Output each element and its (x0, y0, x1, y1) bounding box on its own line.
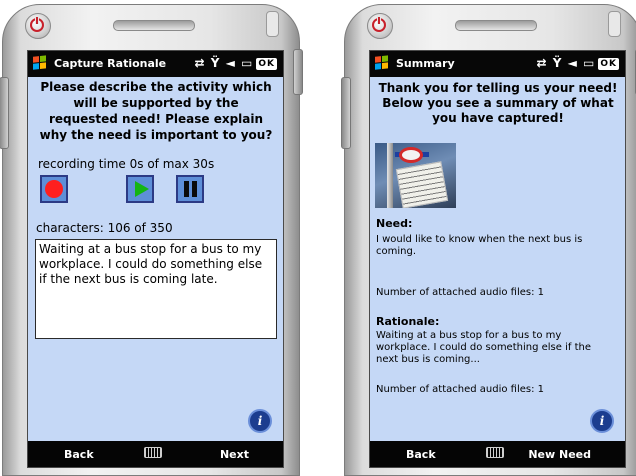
summary-heading: Thank you for telling us your need! Belo… (378, 81, 618, 125)
speaker-grille (113, 20, 195, 31)
power-button[interactable] (25, 13, 51, 39)
status-icons: ⇄ Ÿ ◄ ▭ OK (195, 56, 277, 70)
next-softkey[interactable]: Next (220, 448, 249, 461)
ok-button[interactable]: OK (598, 58, 619, 70)
new-need-softkey[interactable]: New Need (528, 448, 591, 461)
back-softkey[interactable]: Back (64, 448, 94, 461)
pause-button[interactable] (176, 175, 204, 203)
phone-device-left: Capture Rationale ⇄ Ÿ ◄ ▭ OK Please descr… (0, 0, 303, 476)
rationale-textarea[interactable]: Waiting at a bus stop for a bus to my wo… (35, 239, 277, 339)
windows-start-icon[interactable] (33, 55, 47, 70)
info-icon[interactable]: i (248, 409, 272, 433)
status-bar: Summary ⇄ Ÿ ◄ ▭ OK (370, 51, 625, 77)
connectivity-signal-volume-battery-icons: ⇄ Ÿ ◄ ▭ (194, 56, 254, 70)
status-bar: Capture Rationale ⇄ Ÿ ◄ ▭ OK (28, 51, 283, 77)
app-title: Capture Rationale (54, 57, 167, 70)
power-icon (372, 16, 386, 32)
record-button[interactable] (40, 175, 68, 203)
rationale-text: Waiting at a bus stop for a bus to my wo… (376, 330, 591, 365)
play-button[interactable] (126, 175, 154, 203)
windows-start-icon[interactable] (375, 55, 389, 70)
character-count-label: characters: 106 of 350 (36, 221, 173, 235)
softkey-bar: Back New Need (370, 441, 625, 467)
recording-time-label: recording time 0s of max 30s (38, 157, 215, 171)
need-text: I would like to know when the next bus i… (376, 234, 583, 257)
side-button-right[interactable] (293, 49, 303, 95)
app-title: Summary (396, 57, 455, 70)
camera-button[interactable] (266, 11, 279, 37)
side-button-left[interactable] (341, 77, 351, 149)
ok-button[interactable]: OK (256, 58, 277, 70)
camera-button[interactable] (608, 11, 621, 37)
phone-shell: Summary ⇄ Ÿ ◄ ▭ OK Thank you for telling … (341, 4, 636, 476)
bus-stop-pole (387, 143, 393, 208)
rationale-label: Rationale: (376, 315, 440, 328)
back-softkey[interactable]: Back (406, 448, 436, 461)
bus-stop-sign (399, 147, 423, 163)
info-icon[interactable]: i (590, 409, 614, 433)
instruction-heading: Please describe the activity which will … (39, 80, 273, 142)
side-button-left[interactable] (0, 77, 9, 149)
phone-device-right: Summary ⇄ Ÿ ◄ ▭ OK Thank you for telling … (341, 0, 636, 476)
status-icons: ⇄ Ÿ ◄ ▭ OK (537, 56, 619, 70)
bus-stop-photo[interactable] (375, 143, 456, 208)
screen-capture-rationale: Capture Rationale ⇄ Ÿ ◄ ▭ OK Please descr… (27, 50, 284, 468)
phone-shell: Capture Rationale ⇄ Ÿ ◄ ▭ OK Please descr… (0, 4, 303, 476)
softkey-bar: Back Next (28, 441, 283, 467)
need-label: Need: (376, 217, 413, 230)
keyboard-icon[interactable] (144, 447, 162, 458)
need-audio-count: Number of attached audio files: 1 (376, 287, 545, 298)
connectivity-signal-volume-battery-icons: ⇄ Ÿ ◄ ▭ (536, 56, 596, 70)
rationale-audio-count: Number of attached audio files: 1 (376, 384, 545, 395)
screen-summary: Summary ⇄ Ÿ ◄ ▭ OK Thank you for telling … (369, 50, 626, 468)
timetable-image (395, 161, 449, 208)
keyboard-icon[interactable] (486, 447, 504, 458)
power-icon (30, 16, 44, 32)
speaker-grille (455, 20, 537, 31)
power-button[interactable] (367, 13, 393, 39)
